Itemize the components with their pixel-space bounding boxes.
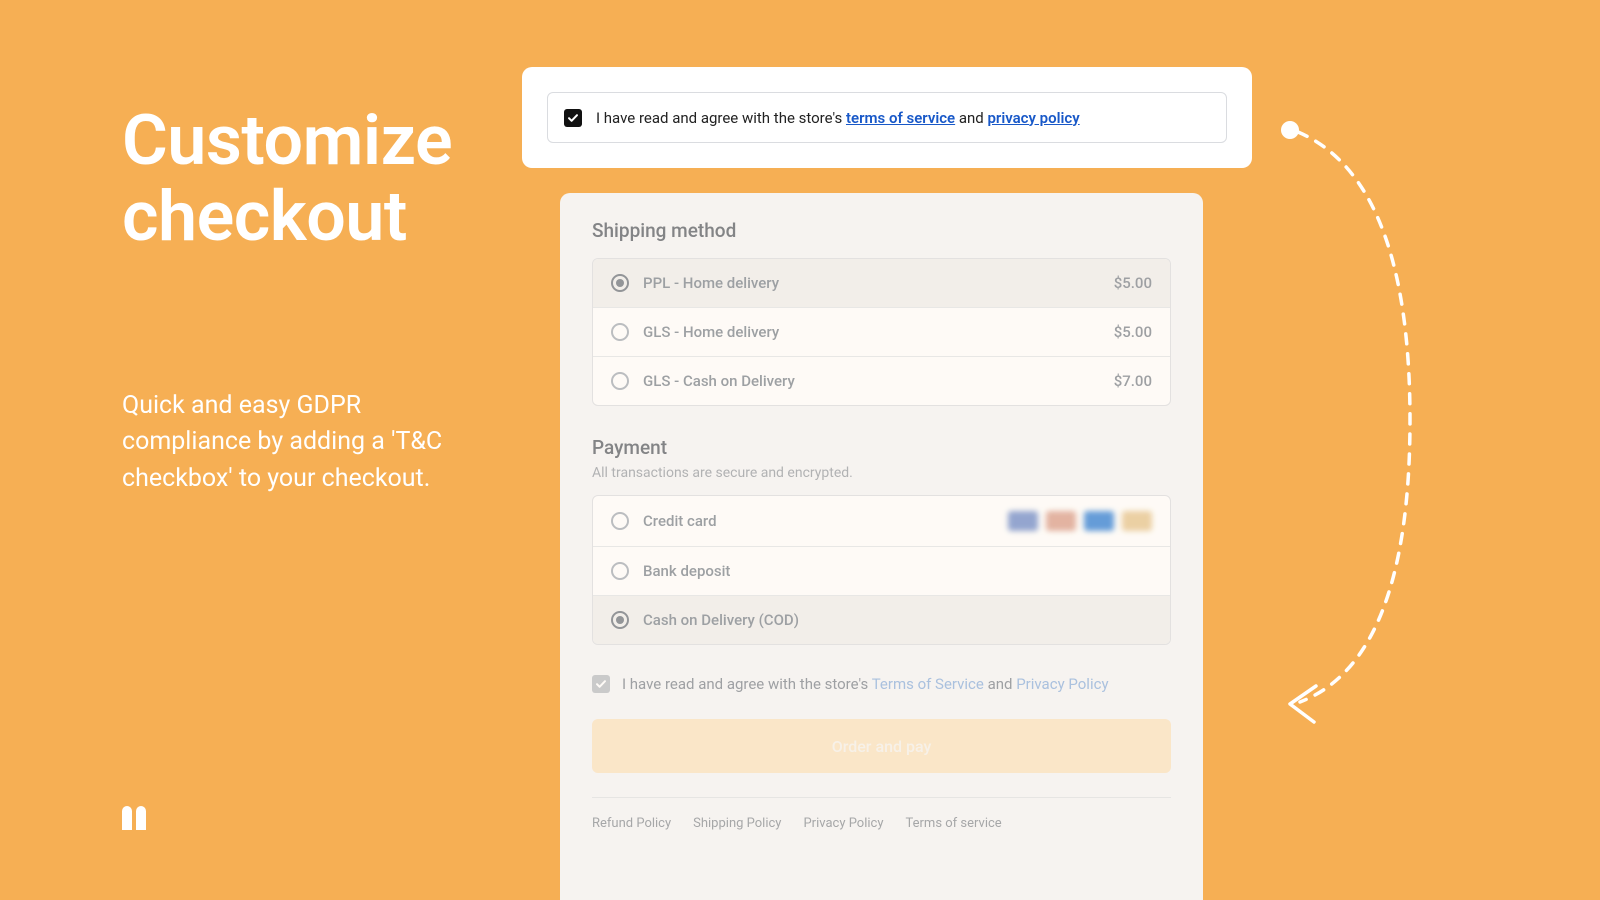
checkout-consent-text: I have read and agree with the store's T… [622, 675, 1109, 693]
footer-link-refund[interactable]: Refund Policy [592, 816, 671, 831]
shipping-option-gls-home[interactable]: GLS - Home delivery $5.00 [593, 307, 1170, 356]
payment-option-label: Cash on Delivery (COD) [643, 611, 1152, 629]
footer-link-terms[interactable]: Terms of service [906, 816, 1002, 831]
stage: Customize checkout Quick and easy GDPR c… [0, 0, 1600, 900]
payment-title: Payment [592, 436, 1171, 459]
shipping-option-ppl[interactable]: PPL - Home delivery $5.00 [593, 259, 1170, 307]
radio-icon [611, 611, 629, 629]
payment-option-label: Credit card [643, 512, 994, 530]
consent-box[interactable]: I have read and agree with the store's t… [547, 92, 1227, 143]
radio-icon [611, 274, 629, 292]
checkout-consent-prefix: I have read and agree with the store's [622, 675, 872, 693]
visa-icon [1008, 511, 1038, 531]
radio-icon [611, 323, 629, 341]
checkout-preview-card: Shipping method PPL - Home delivery $5.0… [560, 193, 1203, 900]
hero-title: Customize checkout [122, 104, 452, 255]
hero-title-line2: checkout [122, 176, 407, 258]
checkout-consent-middle: and [984, 675, 1016, 693]
checkout-consent-checkbox[interactable] [592, 675, 610, 693]
payment-subtitle: All transactions are secure and encrypte… [592, 465, 1171, 481]
consent-checkbox[interactable] [564, 109, 582, 127]
shipping-option-label: GLS - Cash on Delivery [643, 372, 1100, 390]
order-and-pay-button[interactable]: Order and pay [592, 719, 1171, 773]
mastercard-icon [1046, 511, 1076, 531]
terms-of-service-link[interactable]: terms of service [846, 109, 955, 127]
checkout-footer-links: Refund Policy Shipping Policy Privacy Po… [592, 797, 1171, 831]
card-brand-icons [1008, 511, 1152, 531]
consent-preview-card: I have read and agree with the store's t… [522, 67, 1252, 168]
payment-option-cod[interactable]: Cash on Delivery (COD) [593, 595, 1170, 644]
shipping-option-gls-cod[interactable]: GLS - Cash on Delivery $7.00 [593, 356, 1170, 405]
payment-option-credit-card[interactable]: Credit card [593, 496, 1170, 546]
consent-prefix: I have read and agree with the store's [596, 109, 846, 127]
shipping-option-price: $5.00 [1114, 323, 1152, 341]
radio-icon [611, 512, 629, 530]
consent-text: I have read and agree with the store's t… [596, 109, 1080, 127]
shipping-title: Shipping method [592, 219, 1171, 242]
radio-icon [611, 562, 629, 580]
shipping-option-price: $7.00 [1114, 372, 1152, 390]
hero-title-line1: Customize [122, 100, 452, 182]
payment-option-bank-deposit[interactable]: Bank deposit [593, 546, 1170, 595]
consent-middle: and [955, 109, 987, 127]
checkout-consent-row[interactable]: I have read and agree with the store's T… [592, 675, 1171, 693]
checkout-tos-link[interactable]: Terms of Service [872, 675, 984, 693]
shipping-options: PPL - Home delivery $5.00 GLS - Home del… [592, 258, 1171, 406]
brand-logo-icon [122, 800, 152, 830]
cta-label: Order and pay [832, 737, 932, 756]
shipping-option-label: PPL - Home delivery [643, 274, 1100, 292]
footer-link-privacy[interactable]: Privacy Policy [803, 816, 883, 831]
radio-icon [611, 372, 629, 390]
footer-link-shipping[interactable]: Shipping Policy [693, 816, 781, 831]
shipping-option-label: GLS - Home delivery [643, 323, 1100, 341]
checkout-privacy-link[interactable]: Privacy Policy [1016, 675, 1108, 693]
shipping-option-price: $5.00 [1114, 274, 1152, 292]
amex-icon [1084, 511, 1114, 531]
pointer-arrow-icon [1270, 120, 1430, 740]
payment-options: Credit card Bank deposit Cash on Deliver… [592, 495, 1171, 645]
privacy-policy-link[interactable]: privacy policy [987, 109, 1079, 127]
hero-subtitle: Quick and easy GDPR compliance by adding… [122, 388, 452, 497]
payment-option-label: Bank deposit [643, 562, 1152, 580]
discover-icon [1122, 511, 1152, 531]
